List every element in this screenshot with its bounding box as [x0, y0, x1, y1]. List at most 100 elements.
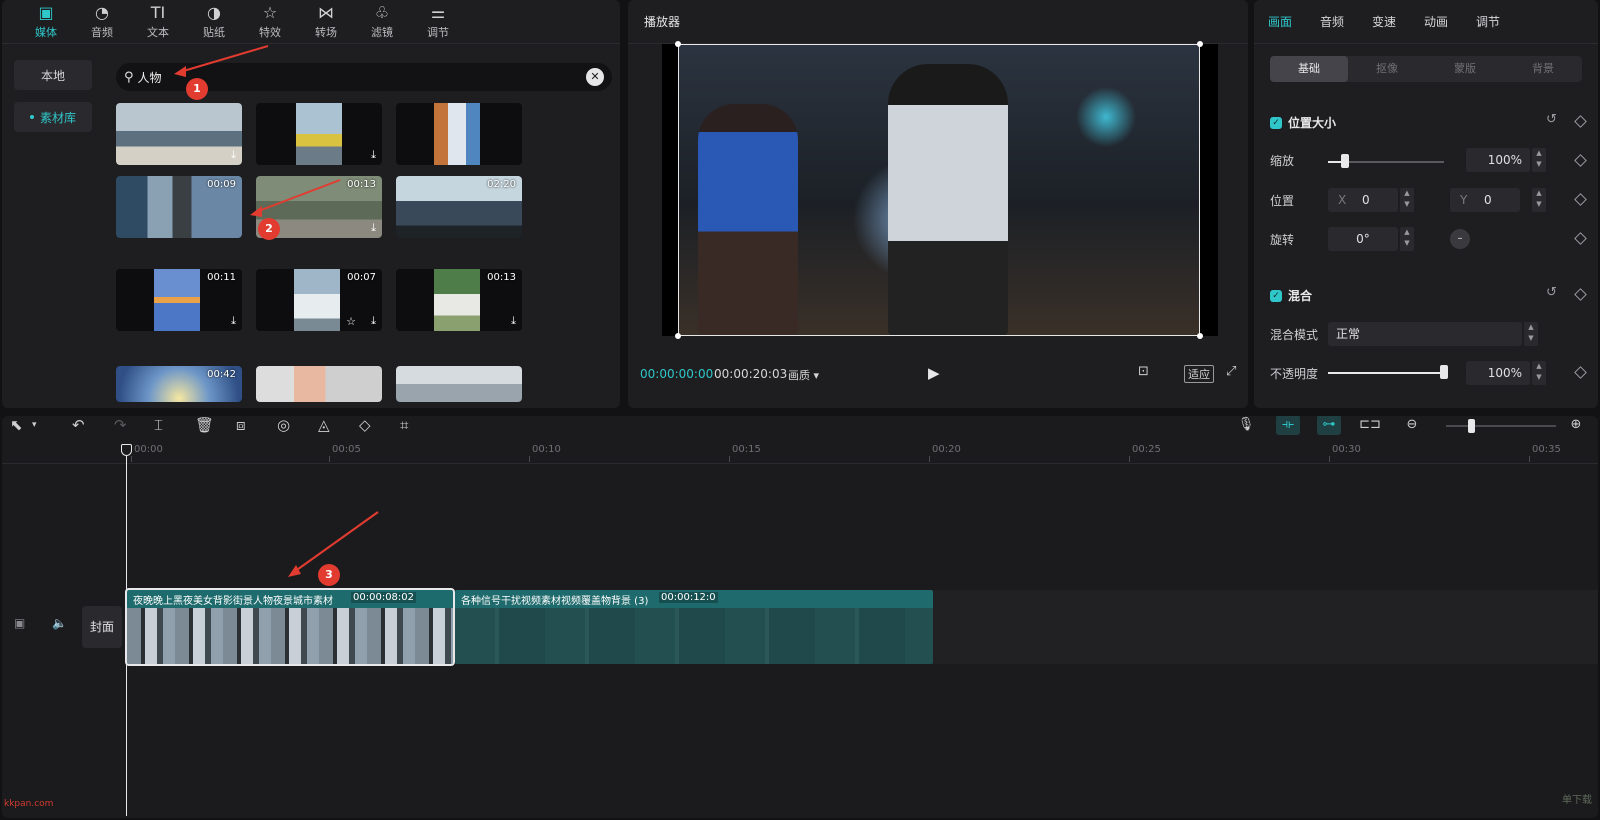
video-preview[interactable] — [662, 41, 1218, 339]
media-thumbnail[interactable]: 02:20 — [396, 176, 522, 238]
tab-sticker[interactable]: ◑ 贴纸 — [186, 0, 242, 44]
rotate-stepper[interactable]: ▲ ▼ — [1400, 227, 1414, 251]
tab-audio-props[interactable]: 音频 — [1320, 0, 1372, 44]
keyframe-icon[interactable] — [1574, 115, 1587, 128]
tab-transition[interactable]: ⋈ 转场 — [298, 0, 354, 44]
select-tool-icon[interactable]: ⬉ — [10, 416, 23, 434]
media-thumbnail[interactable] — [256, 366, 382, 402]
tab-text[interactable]: TI 文本 — [130, 0, 186, 44]
media-thumbnail[interactable]: ⤓ — [116, 103, 242, 165]
mirror-icon[interactable]: ◬ — [318, 416, 330, 434]
snap-icon[interactable]: ⟛ — [1276, 416, 1300, 435]
freeze-icon[interactable]: ⧈ — [236, 416, 246, 434]
tab-effects[interactable]: ☆ 特效 — [242, 0, 298, 44]
rotate-icon[interactable]: ◇ — [359, 416, 371, 434]
keyframe-icon[interactable] — [1574, 366, 1587, 379]
position-y-stepper[interactable]: ▲ ▼ — [1532, 188, 1546, 212]
reset-icon[interactable]: ↺ — [1546, 285, 1557, 300]
tab-speed[interactable]: 变速 — [1372, 0, 1424, 44]
tab-media[interactable]: ▣ 媒体 — [18, 0, 74, 44]
video-clip-selected[interactable]: 夜晚晚上黑夜美女背影街景人物夜景城市素材 00:00:08:02 — [125, 588, 455, 666]
scale-input[interactable]: 100% — [1466, 148, 1530, 172]
reverse-icon[interactable]: ◎ — [277, 416, 290, 434]
video-clip[interactable]: 各种信号干扰视频素材视频覆盖物背景 (3) 00:00:12:0 — [455, 590, 933, 664]
resize-handle[interactable] — [1197, 333, 1203, 339]
playhead[interactable] — [126, 446, 127, 816]
fit-button[interactable]: 适应 — [1184, 365, 1214, 383]
tab-adjust-props[interactable]: 调节 — [1476, 0, 1528, 44]
star-icon[interactable]: ☆ — [346, 315, 356, 328]
tab-adjust[interactable]: ⚌ 调节 — [410, 0, 466, 44]
media-thumbnail[interactable]: 00:11 ⤓ — [116, 269, 242, 331]
subtab-background[interactable]: 背景 — [1504, 56, 1582, 82]
track-mute-icon[interactable]: 🔈 — [52, 616, 67, 630]
quality-dropdown[interactable]: 画质 ▾ — [788, 367, 819, 383]
media-thumbnail[interactable]: ⤓ — [256, 103, 382, 165]
chevron-down-icon[interactable]: ▾ — [32, 420, 37, 430]
download-icon[interactable]: ⤓ — [371, 314, 376, 328]
opacity-input[interactable]: 100% — [1466, 361, 1530, 385]
checkbox-icon[interactable]: ✓ — [1270, 116, 1282, 129]
redo-icon[interactable]: ↷ — [114, 416, 127, 434]
crop-icon[interactable]: ⌗ — [400, 416, 408, 434]
zoom-in-icon[interactable]: ⊕ — [1564, 416, 1588, 435]
opacity-stepper[interactable]: ▲ ▼ — [1532, 361, 1546, 385]
media-thumbnail[interactable] — [396, 366, 522, 402]
subtab-mask[interactable]: 蒙版 — [1426, 56, 1504, 82]
rotate-dial-icon[interactable]: – — [1450, 229, 1470, 249]
clear-search-icon[interactable]: ✕ — [586, 68, 604, 86]
download-icon[interactable]: ⤓ — [371, 148, 376, 162]
position-y-input[interactable]: Y0 — [1450, 188, 1520, 212]
keyframe-icon[interactable] — [1574, 193, 1587, 206]
download-icon[interactable]: ⤓ — [231, 314, 236, 328]
download-icon[interactable]: ⤓ — [231, 148, 236, 162]
opacity-slider-knob[interactable] — [1440, 365, 1448, 379]
blend-mode-arrows[interactable]: ▲ ▼ — [1524, 322, 1538, 346]
tab-audio[interactable]: ◔ 音频 — [74, 0, 130, 44]
timeline-ruler[interactable]: 00:00 00:05 00:10 00:15 00:20 00:25 00:3… — [2, 444, 1598, 464]
media-thumbnail[interactable]: 00:09 — [116, 176, 242, 238]
media-thumbnail[interactable]: 00:42 — [116, 366, 242, 402]
media-thumbnail[interactable]: 00:07 ☆ ⤓ — [256, 269, 382, 331]
rotate-input[interactable]: 0° — [1328, 227, 1398, 251]
track-visibility-icon[interactable]: ▣ — [14, 616, 25, 630]
split-screen-icon[interactable]: ⊏⊐ — [1358, 416, 1382, 435]
subtab-keying[interactable]: 抠像 — [1348, 56, 1426, 82]
resize-handle[interactable] — [1197, 41, 1203, 47]
scale-stepper[interactable]: ▲ ▼ — [1532, 148, 1546, 172]
tab-picture[interactable]: 画面 — [1268, 0, 1320, 44]
tab-filter[interactable]: ♧ 滤镜 — [354, 0, 410, 44]
keyframe-icon[interactable] — [1574, 154, 1587, 167]
download-icon[interactable]: ⤓ — [371, 221, 376, 235]
media-thumbnail[interactable] — [396, 103, 522, 165]
sidebar-item-local[interactable]: 本地 — [14, 60, 92, 90]
reset-icon[interactable]: ↺ — [1546, 112, 1557, 127]
microphone-icon[interactable]: 🎙 — [1234, 416, 1258, 435]
link-icon[interactable]: ⊶ — [1317, 416, 1341, 435]
zoom-slider-knob[interactable] — [1468, 419, 1475, 433]
resize-handle[interactable] — [675, 333, 681, 339]
waveform-icon[interactable]: ⊡ — [1138, 364, 1149, 379]
cover-button[interactable]: 封面 — [82, 606, 122, 648]
download-icon[interactable]: ⤓ — [511, 314, 516, 328]
zoom-slider[interactable] — [1446, 425, 1556, 427]
sidebar-item-library[interactable]: 素材库 — [14, 102, 92, 132]
fullscreen-icon[interactable]: ⤢ — [1226, 364, 1236, 379]
keyframe-icon[interactable] — [1574, 232, 1587, 245]
scale-slider-knob[interactable] — [1341, 154, 1350, 168]
play-button[interactable]: ▶ — [928, 364, 940, 382]
position-x-stepper[interactable]: ▲ ▼ — [1400, 188, 1414, 212]
media-thumbnail[interactable]: 00:13 ⤓ — [396, 269, 522, 331]
position-x-input[interactable]: X0 — [1328, 188, 1398, 212]
subtab-basic[interactable]: 基础 — [1270, 56, 1348, 82]
split-icon[interactable]: ⌶ — [154, 416, 163, 434]
zoom-out-icon[interactable]: ⊖ — [1400, 416, 1424, 435]
blend-mode-select[interactable]: 正常 — [1328, 322, 1522, 346]
playhead-handle[interactable] — [121, 444, 132, 456]
undo-icon[interactable]: ↶ — [72, 416, 85, 434]
resize-handle[interactable] — [675, 41, 681, 47]
keyframe-icon[interactable] — [1574, 288, 1587, 301]
tab-animation[interactable]: 动画 — [1424, 0, 1476, 44]
delete-icon[interactable]: 🗑 — [195, 416, 214, 434]
checkbox-icon[interactable]: ✓ — [1270, 289, 1282, 302]
